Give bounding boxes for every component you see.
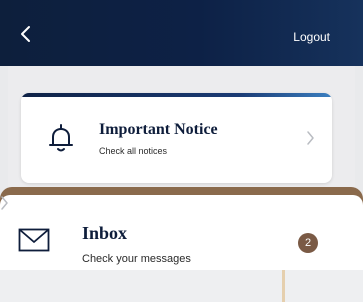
- logout-button[interactable]: Logout: [293, 30, 330, 44]
- important-notice-card[interactable]: Important Notice Check all notices: [21, 93, 332, 183]
- footer-divider: [282, 270, 285, 302]
- notice-subtitle: Check all notices: [99, 146, 168, 156]
- inbox-subtitle: Check your messages: [82, 253, 191, 265]
- chevron-right-icon: [307, 131, 314, 145]
- inbox-row[interactable]: Inbox Check your messages 2: [0, 195, 363, 270]
- chevron-left-icon[interactable]: [18, 25, 34, 43]
- app-header: Logout: [0, 0, 363, 66]
- notice-title: Important Notice: [99, 121, 218, 138]
- card-accent-line: [21, 93, 332, 97]
- mail-icon: [18, 228, 50, 252]
- inbox-title: Inbox: [82, 223, 128, 243]
- inbox-footer-strip: [0, 270, 363, 302]
- bell-icon: [49, 124, 73, 152]
- chevron-right-icon: [1, 196, 8, 210]
- unread-count-badge: 2: [298, 233, 318, 253]
